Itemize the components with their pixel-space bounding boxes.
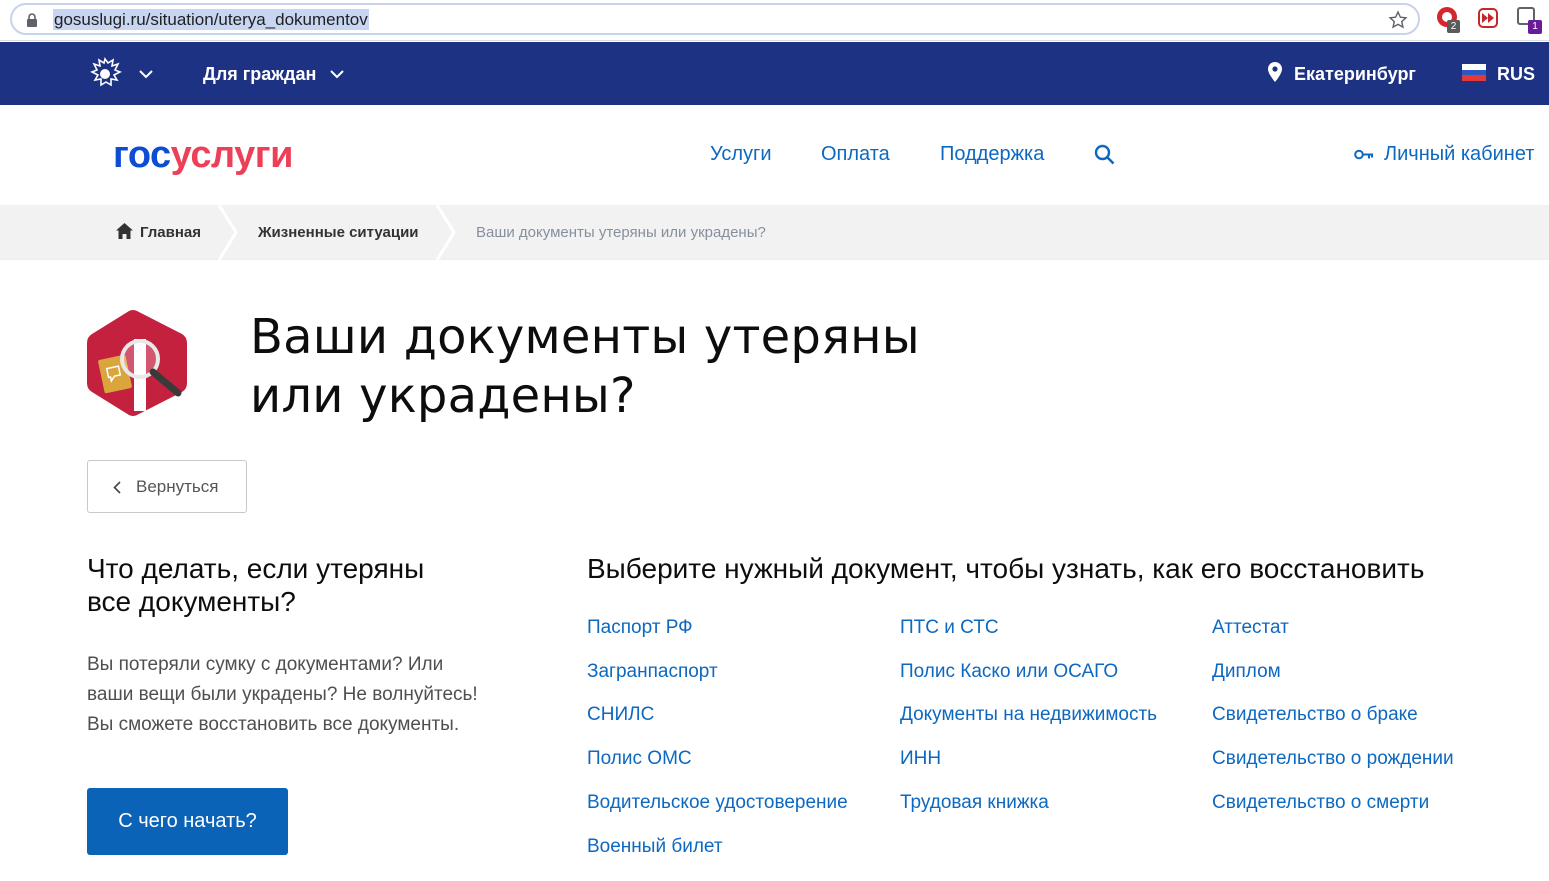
breadcrumb: Главная Жизненные ситуации Ваши документ… (0, 205, 1549, 260)
citizens-menu[interactable]: Для граждан (203, 62, 316, 86)
doc-link-snils[interactable]: СНИЛС (587, 703, 654, 727)
logo-part-uslugi: услуги (170, 134, 294, 176)
description-line1: Вы потеряли сумку с документами? Или (87, 654, 444, 675)
nav-payment[interactable]: Оплата (821, 142, 890, 166)
location-pin-icon (1268, 62, 1282, 82)
extension-badge: 2 (1447, 20, 1460, 33)
doc-link-inn[interactable]: ИНН (900, 747, 941, 771)
page-title-line1: Ваши документы утеряны (250, 309, 920, 365)
doc-link-birth-certificate[interactable]: Свидетельство о рождении (1212, 747, 1454, 771)
breadcrumb-home[interactable]: Главная (140, 224, 201, 242)
personal-account-link[interactable]: Личный кабинет (1384, 142, 1534, 166)
back-button[interactable]: Вернуться (87, 460, 247, 513)
browser-toolbar: gosuslugi.ru/situation/uterya_dokumentov… (0, 0, 1549, 41)
doc-link-foreign-passport[interactable]: Загранпаспорт (587, 660, 718, 684)
site-header: госуслуги Услуги Оплата Поддержка Личный… (0, 105, 1549, 205)
doc-link-marriage-certificate[interactable]: Свидетельство о браке (1212, 703, 1418, 727)
extension-adblock-icon[interactable]: 2 (1437, 7, 1461, 33)
lost-documents-icon (87, 310, 187, 416)
doc-link-passport[interactable]: Паспорт РФ (587, 616, 693, 640)
page-title-line2: или украдены? (250, 368, 636, 424)
russian-flag-icon (1462, 64, 1486, 81)
nav-services[interactable]: Услуги (710, 142, 772, 166)
search-icon[interactable] (1094, 144, 1115, 165)
doc-link-death-certificate[interactable]: Свидетельство о смерти (1212, 791, 1429, 815)
extension-badge: 1 (1528, 20, 1542, 34)
nav-support[interactable]: Поддержка (940, 142, 1044, 166)
lost-documents-description: Вы потеряли сумку с документами? Или ваш… (87, 650, 527, 740)
breadcrumb-separator (218, 205, 238, 260)
start-button-label: С чего начать? (118, 810, 257, 832)
chevron-left-icon (113, 481, 121, 494)
doc-link-school-certificate[interactable]: Аттестат (1212, 616, 1289, 640)
city-selector[interactable]: Екатеринбург (1294, 62, 1416, 86)
doc-link-driver-license[interactable]: Водительское удостоверение (587, 791, 848, 815)
all-documents-heading-line1: Что делать, если утеряны (87, 553, 425, 584)
doc-link-kasko-osago[interactable]: Полис Каско или ОСАГО (900, 660, 1118, 684)
bookmark-star-icon[interactable] (1388, 10, 1408, 30)
language-selector[interactable]: RUS (1497, 62, 1535, 86)
logo-part-gos: гос (113, 134, 171, 176)
all-documents-heading-line2: все документы? (87, 586, 296, 617)
page-title: Ваши документы утеряны или украдены? (250, 308, 920, 426)
doc-link-oms-policy[interactable]: Полис ОМС (587, 747, 692, 771)
doc-link-pts-sts[interactable]: ПТС и СТС (900, 616, 999, 640)
url-text[interactable]: gosuslugi.ru/situation/uterya_dokumentov (53, 9, 369, 30)
all-documents-heading: Что делать, если утеряны все документы? (87, 552, 424, 618)
doc-link-property-documents[interactable]: Документы на недвижимость (900, 703, 1157, 727)
doc-link-military-id[interactable]: Военный билет (587, 835, 723, 859)
description-line3: Вы сможете восстановить все документы. (87, 714, 460, 735)
breadcrumb-current: Ваши документы утеряны или украдены? (476, 224, 766, 241)
breadcrumb-separator (436, 205, 456, 260)
key-icon (1354, 149, 1373, 160)
gosuslugi-logo[interactable]: госуслуги (113, 133, 293, 177)
home-icon[interactable] (116, 223, 133, 239)
choose-document-heading: Выберите нужный документ, чтобы узнать, … (587, 553, 1425, 584)
start-button[interactable]: С чего начать? (87, 788, 288, 855)
doc-link-diploma[interactable]: Диплом (1212, 660, 1281, 684)
breadcrumb-life-situations[interactable]: Жизненные ситуации (258, 224, 419, 242)
back-button-label: Вернуться (136, 477, 219, 496)
address-bar[interactable]: gosuslugi.ru/situation/uterya_dokumentov (10, 3, 1420, 35)
description-line2: ваши вещи были украдены? Не волнуйтесь! (87, 684, 478, 705)
coat-of-arms-icon[interactable] (86, 55, 124, 91)
chevron-down-icon[interactable] (139, 70, 153, 79)
extension-devtools-icon[interactable]: 1 (1517, 7, 1543, 35)
lock-icon (27, 13, 37, 27)
chevron-down-icon[interactable] (330, 70, 344, 79)
doc-link-work-book[interactable]: Трудовая книжка (900, 791, 1049, 815)
extension-forward-icon[interactable] (1478, 8, 1498, 28)
top-navigation: Для граждан Екатеринбург RUS (0, 42, 1549, 105)
